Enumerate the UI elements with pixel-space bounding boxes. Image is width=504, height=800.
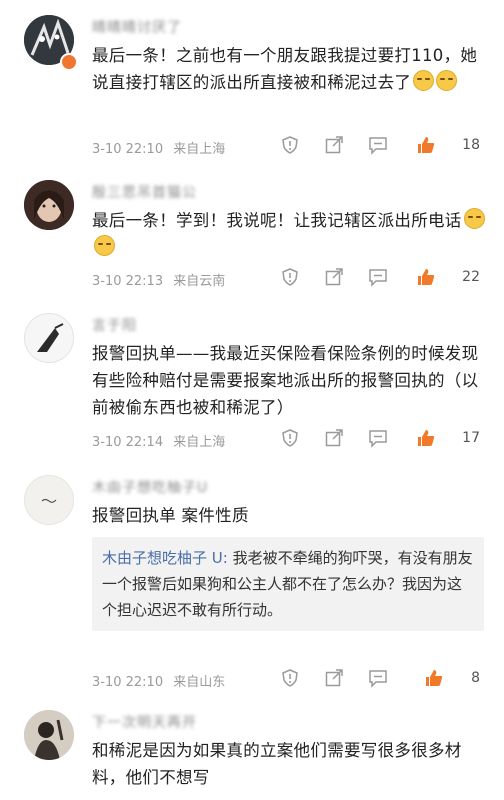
report-icon[interactable] bbox=[280, 668, 300, 688]
comment-meta: 3-10 22:10 来自山东 bbox=[92, 671, 231, 690]
username[interactable]: 殷三思吊首猫公 bbox=[92, 182, 197, 202]
like-count: 17 bbox=[462, 430, 480, 446]
avatar[interactable] bbox=[24, 710, 74, 760]
comment-feed: 晴晴晴讨厌了 最后一条！之前也有一个朋友跟我提过要打110，她说直接打辖区的派出… bbox=[0, 0, 504, 800]
username[interactable]: 晴晴晴讨厌了 bbox=[92, 17, 182, 37]
avatar[interactable] bbox=[24, 313, 74, 363]
report-icon[interactable] bbox=[280, 267, 300, 287]
username[interactable]: 言于阳 bbox=[92, 315, 137, 335]
thumbs-up-icon[interactable] bbox=[416, 267, 436, 287]
comment-text: 最后一条！之前也有一个朋友跟我提过要打110，她说直接打辖区的派出所直接被和稀泥… bbox=[92, 46, 478, 92]
thumbs-up-icon[interactable] bbox=[424, 668, 444, 688]
comment-icon[interactable] bbox=[368, 135, 388, 155]
comment-text: 报警回执单——我最近买保险看保险条例的时候发现有些险种赔付是需要报案地派出所的报… bbox=[92, 344, 479, 417]
comment-text: 报警回执单 案件性质 bbox=[92, 506, 249, 525]
comment-text: 和稀泥是因为如果真的立案他们需要写很多很多材料，他们不想写 bbox=[92, 741, 462, 787]
comment-icon[interactable] bbox=[368, 267, 388, 287]
report-icon[interactable] bbox=[280, 135, 300, 155]
comment-actions: 22 bbox=[280, 267, 480, 289]
grin-emoji-icon bbox=[94, 235, 115, 256]
avatar[interactable] bbox=[24, 475, 74, 525]
thumbs-up-icon[interactable] bbox=[416, 135, 436, 155]
like-count: 18 bbox=[462, 137, 480, 153]
timestamp: 3-10 22:10 bbox=[92, 142, 164, 157]
location: 来自上海 bbox=[173, 435, 226, 450]
location: 来自山东 bbox=[173, 675, 226, 690]
share-icon[interactable] bbox=[324, 668, 344, 688]
avatar[interactable] bbox=[24, 180, 74, 230]
reply-username[interactable]: 木由子想吃柚子 U: bbox=[102, 549, 228, 567]
comment-icon[interactable] bbox=[368, 428, 388, 448]
grin-emoji-icon bbox=[463, 208, 485, 229]
comment-actions: 8 bbox=[280, 668, 480, 690]
comment-actions: 17 bbox=[280, 428, 480, 450]
share-icon[interactable] bbox=[324, 428, 344, 448]
location: 来自云南 bbox=[173, 274, 226, 289]
comment-actions: 18 bbox=[280, 135, 480, 157]
comment-meta: 3-10 22:13 来自云南 bbox=[92, 270, 231, 289]
like-count: 22 bbox=[462, 269, 480, 285]
share-icon[interactable] bbox=[324, 135, 344, 155]
timestamp: 3-10 22:10 bbox=[92, 675, 164, 690]
username[interactable]: 下一次明天再开 bbox=[92, 712, 197, 732]
timestamp: 3-10 22:13 bbox=[92, 274, 164, 289]
comment-meta: 3-10 22:10 来自上海 bbox=[92, 138, 231, 157]
like-count: 8 bbox=[471, 670, 480, 686]
grin-emoji-icon bbox=[436, 70, 458, 91]
vip-badge-icon bbox=[60, 53, 78, 71]
comment-text: 最后一条！学到！我说呢！让我记辖区派出所电话 bbox=[92, 207, 492, 261]
username[interactable]: 木由子想吃柚子U bbox=[92, 477, 208, 497]
comment-meta: 3-10 22:14 来自上海 bbox=[92, 431, 231, 450]
timestamp: 3-10 22:14 bbox=[92, 435, 164, 450]
report-icon[interactable] bbox=[280, 428, 300, 448]
thumbs-up-icon[interactable] bbox=[416, 428, 436, 448]
grin-emoji-icon bbox=[413, 70, 435, 91]
comment-icon[interactable] bbox=[368, 668, 388, 688]
location: 来自上海 bbox=[173, 142, 226, 157]
share-icon[interactable] bbox=[324, 267, 344, 287]
reply-preview[interactable]: 木由子想吃柚子 U: 我老被不牵绳的狗吓哭，有没有朋友一个报警后如果狗和公主人都… bbox=[92, 537, 484, 631]
